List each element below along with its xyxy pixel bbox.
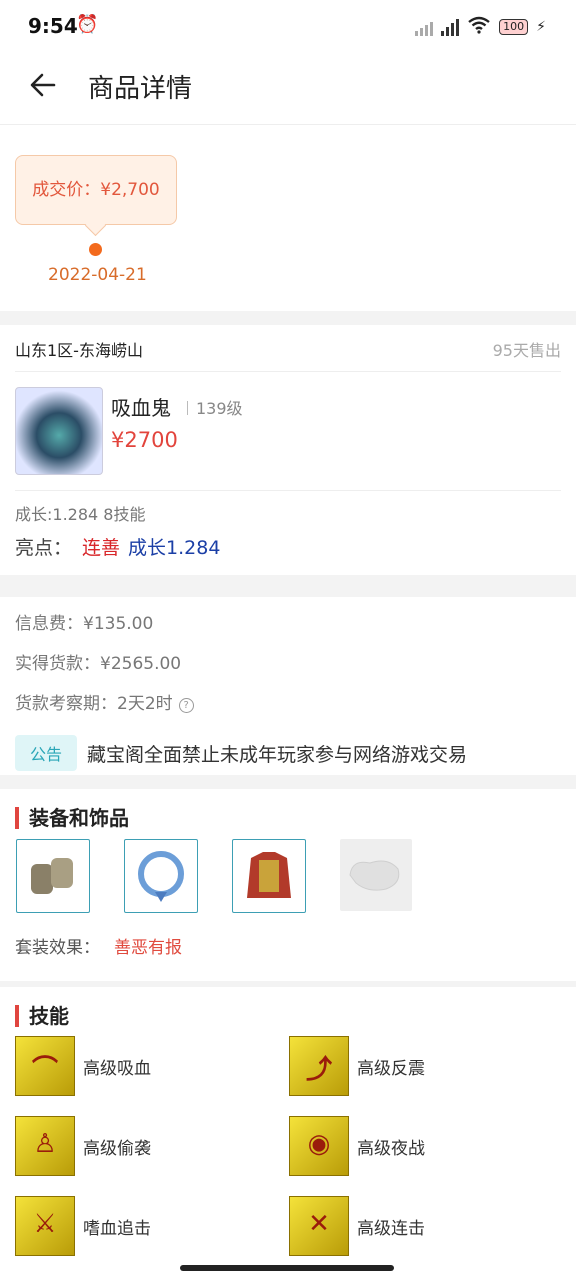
payment-period: 货款考察期：2天2时?: [15, 689, 561, 729]
charging-icon: ⚡: [536, 19, 546, 35]
server-name: 山东1区-东海崂山: [15, 341, 143, 360]
skill-name: 高级偷袭: [83, 1138, 151, 1159]
pet-name: 吸血鬼: [111, 396, 171, 420]
skill-item[interactable]: ◉ 高级夜战: [289, 1116, 563, 1176]
fee-info: 信息费：¥135.00 实得货款：¥2565.00 货款考察期：2天2时? 公告…: [15, 597, 561, 775]
info-fee: 信息费：¥135.00: [15, 614, 154, 634]
deal-price-bubble[interactable]: 成交价：¥2,700: [15, 155, 177, 225]
armor-icon[interactable]: [232, 839, 306, 913]
notice: 公告 藏宝阁全面禁止未成年玩家参与网络游戏交易: [15, 735, 561, 771]
timeline-dot[interactable]: [89, 243, 102, 256]
ring-icon[interactable]: [124, 839, 198, 913]
battery-icon: 100: [499, 19, 529, 35]
pet-avatar[interactable]: [15, 387, 103, 475]
skill-name: 高级反震: [357, 1058, 425, 1079]
wifi-icon: [467, 16, 491, 38]
skill-item[interactable]: ⤴ 高级反震: [289, 1036, 563, 1096]
page-title: 商品详情: [88, 74, 193, 104]
pet-price: ¥2700: [111, 428, 178, 452]
server-row: 山东1区-东海崂山 95天售出: [15, 325, 561, 372]
help-icon[interactable]: ?: [178, 698, 194, 713]
highlight-tag: 连善: [82, 537, 121, 559]
payment-period-text: 货款考察期：2天2时: [15, 694, 173, 714]
skill-item[interactable]: ⌒ 高级吸血: [15, 1036, 289, 1096]
bracers-icon[interactable]: [16, 839, 90, 913]
alarm-icon: ⏰: [76, 14, 99, 35]
set-effect: 套装效果： 善恶有报: [15, 933, 561, 981]
nav-header: 商品详情: [0, 56, 576, 125]
skill-name: 高级连击: [357, 1218, 425, 1239]
signal-hd-icon: [441, 18, 460, 36]
empty-slot-icon[interactable]: [340, 839, 412, 911]
status-bar: 9:54 ⏰ 100 ⚡: [0, 0, 576, 56]
section-divider: [0, 575, 576, 597]
section-divider: [0, 981, 576, 987]
pet-summary[interactable]: 吸血鬼 139级 ¥2700: [15, 372, 561, 491]
notice-tag: 公告: [15, 735, 78, 771]
deal-date: 2022-04-21: [48, 265, 147, 285]
skill-item[interactable]: ⚔ 嗜血追击: [15, 1196, 289, 1256]
pet-level: 139级: [187, 395, 243, 419]
sold-time: 95天售出: [492, 341, 561, 360]
section-title: 装备和饰品: [15, 807, 561, 829]
skill-list: ⌒ 高级吸血 ⤴ 高级反震 ♙ 高级偷袭 ◉ 高级夜战 ⚔ 嗜血追击 ✕ 高级连击: [15, 1036, 563, 1256]
back-arrow-icon[interactable]: [28, 70, 58, 100]
highlights-label: 亮点：: [15, 537, 73, 559]
skill-icon: ⌒: [15, 1036, 75, 1096]
set-value[interactable]: 善恶有报: [114, 938, 182, 958]
section-divider: [0, 775, 576, 789]
skill-icon: ◉: [289, 1116, 349, 1176]
skill-name: 高级夜战: [357, 1138, 425, 1159]
clock: 9:54: [28, 14, 78, 38]
actual-payment: 实得货款：¥2565.00: [15, 654, 182, 674]
set-label: 套装效果：: [15, 938, 100, 958]
growth-skills: 成长:1.284 8技能: [15, 505, 146, 524]
skill-item[interactable]: ✕ 高级连击: [289, 1196, 563, 1256]
skill-icon: ✕: [289, 1196, 349, 1256]
skill-icon: ⤴: [289, 1036, 349, 1096]
home-indicator[interactable]: [180, 1265, 394, 1271]
skill-name: 嗜血追击: [83, 1218, 151, 1239]
section-title: 技能: [15, 1005, 561, 1027]
price-history: 成交价：¥2,700 2022-04-21: [0, 125, 576, 311]
pet-attributes: 成长:1.284 8技能 亮点： 连善 成长1.284: [15, 491, 561, 575]
equipment-section: 装备和饰品 套装效果： 善恶有报: [0, 807, 576, 981]
section-divider: [0, 311, 576, 325]
highlights: 亮点： 连善 成长1.284: [15, 533, 561, 560]
skill-icon: ♙: [15, 1116, 75, 1176]
skill-name: 高级吸血: [83, 1058, 151, 1079]
equipment-list: [16, 839, 560, 923]
skills-section: 技能 ⌒ 高级吸血 ⤴ 高级反震 ♙ 高级偷袭 ◉ 高级夜战 ⚔ 嗜血追击 ✕ 高级连击: [0, 1005, 576, 1256]
signal-icon: [415, 18, 434, 36]
skill-item[interactable]: ♙ 高级偷袭: [15, 1116, 289, 1176]
notice-text: 藏宝阁全面禁止未成年玩家参与网络游戏交易: [87, 743, 468, 766]
skill-icon: ⚔: [15, 1196, 75, 1256]
highlight-tag: 成长1.284: [128, 537, 221, 559]
